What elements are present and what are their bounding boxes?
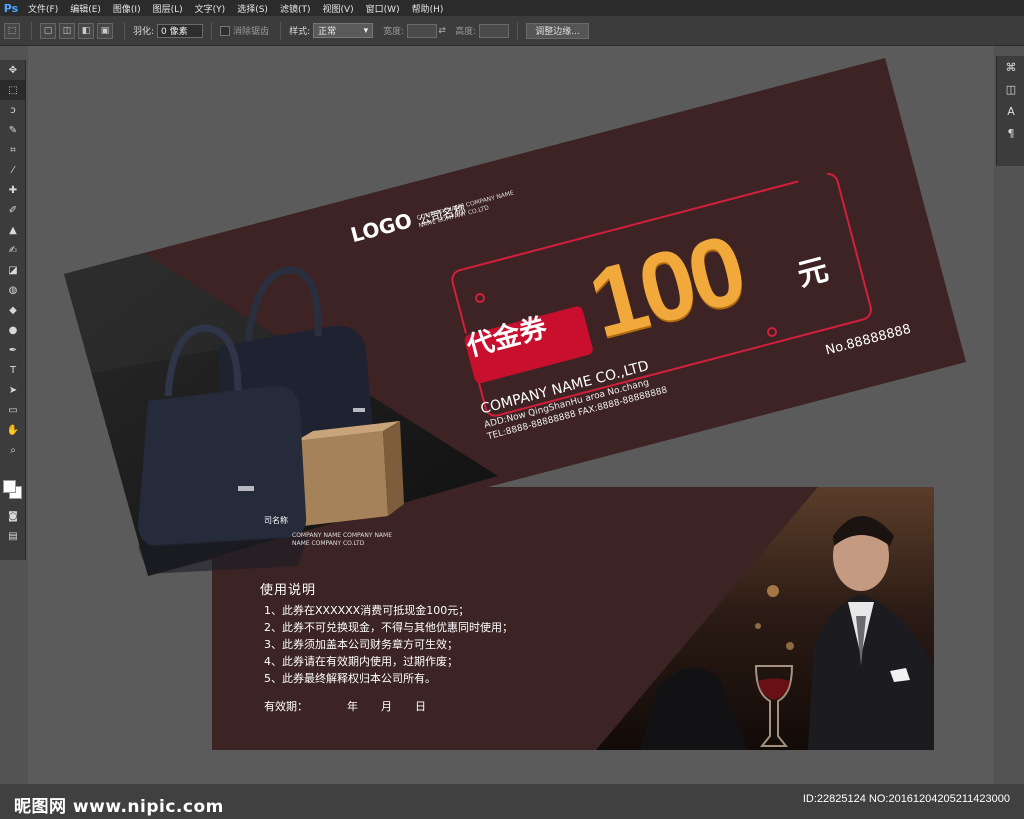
intersect-selection-icon[interactable]: ▣: [97, 22, 113, 39]
divider: [31, 21, 32, 40]
history-panel-icon[interactable]: ⌘: [997, 56, 1024, 78]
feather-label: 羽化:: [133, 27, 155, 37]
pen-tool-icon[interactable]: ✒: [0, 340, 26, 360]
height-input[interactable]: [479, 23, 510, 38]
antialias-label: 消除锯齿: [233, 27, 270, 37]
document-canvas[interactable]: LOGO 公司名称 COMPANY NAME COMPANY NAME NAME…: [28, 46, 994, 784]
blur-tool-icon[interactable]: ◆: [0, 300, 26, 320]
usage-rules: 1、此券在XXXXXX消费可抵现金100元； 2、此券不可兑换现金，不得与其他优…: [264, 602, 513, 687]
paragraph-panel-icon[interactable]: ¶: [997, 122, 1024, 144]
quick-select-tool-icon[interactable]: ✎: [0, 120, 26, 140]
crop-tool-icon[interactable]: ⌗: [0, 140, 26, 160]
antialias-checkbox[interactable]: [220, 25, 231, 36]
divider: [517, 21, 519, 40]
dodge-tool-icon[interactable]: ●: [0, 320, 26, 340]
back-logo-partial: 司名称: [264, 516, 288, 525]
foreground-color-swatch[interactable]: [3, 480, 16, 493]
image-id-watermark: ID:22825124 NO:20161204205211423000: [802, 793, 1010, 805]
height-label: 高度:: [455, 27, 477, 37]
hand-tool-icon[interactable]: ✋: [0, 420, 26, 440]
style-select[interactable]: 正常 ▾: [313, 23, 374, 38]
style-label: 样式:: [289, 27, 311, 37]
back-company-en-line-2: NAME COMPANY CO.LTD: [292, 540, 365, 547]
menu-edit[interactable]: 编辑(E): [64, 2, 107, 15]
photoshop-logo: Ps: [3, 1, 19, 15]
character-panel-icon[interactable]: A: [997, 100, 1024, 122]
eyedropper-tool-icon[interactable]: ⁄: [0, 160, 26, 180]
history-brush-icon[interactable]: ✍: [0, 240, 26, 260]
tools-panel: ✥ ⬚ ↄ ✎ ⌗ ⁄ ✚ ✐ ▲ ✍ ◪ ◍ ◆ ● ✒ T ➤ ▭ ✋ ⌕ …: [0, 60, 26, 560]
options-bar: ⬚ ▢ ◫ ◧ ▣ 羽化: 0 像素 消除锯齿 样式: 正常 ▾ 宽度: ⇄ 高度…: [0, 16, 1024, 46]
divider: [211, 21, 213, 40]
menu-layer[interactable]: 图层(L): [147, 2, 189, 15]
menu-select[interactable]: 选择(S): [231, 2, 274, 15]
menu-view[interactable]: 视图(V): [316, 2, 359, 15]
new-selection-icon[interactable]: ▢: [40, 22, 56, 39]
validity-month: 月: [381, 700, 392, 713]
swap-icon[interactable]: ⇄: [437, 26, 447, 36]
shape-tool-icon[interactable]: ▭: [0, 400, 26, 420]
quick-mask-icon[interactable]: ◙: [0, 506, 26, 526]
validity-label: 有效期：: [264, 700, 308, 713]
usage-title: 使用说明: [260, 583, 317, 598]
layers-panel-icon[interactable]: ◫: [997, 78, 1024, 100]
lasso-tool-icon[interactable]: ↄ: [0, 100, 26, 120]
feather-input[interactable]: 0 像素: [157, 23, 204, 38]
width-input[interactable]: [407, 23, 438, 38]
style-value: 正常: [318, 27, 337, 37]
menu-help[interactable]: 帮助(H): [406, 2, 450, 15]
stamp-tool-icon[interactable]: ▲: [0, 220, 26, 240]
menu-file[interactable]: 文件(F): [22, 2, 64, 15]
healing-brush-icon[interactable]: ✚: [0, 180, 26, 200]
marquee-preset-icon[interactable]: ⬚: [4, 22, 20, 39]
path-select-icon[interactable]: ➤: [0, 380, 26, 400]
move-tool-icon[interactable]: ✥: [0, 60, 26, 80]
back-company-en-line-1: COMPANY NAME COMPANY NAME: [292, 532, 393, 539]
panel-dock: ⌘ ◫ A ¶: [996, 56, 1024, 166]
validity-row: 有效期： 年 月 日: [264, 698, 426, 714]
menu-bar: Ps 文件(F) 编辑(E) 图像(I) 图层(L) 文字(Y) 选择(S) 滤…: [0, 0, 1024, 16]
menu-window[interactable]: 窗口(W): [360, 2, 406, 15]
eraser-tool-icon[interactable]: ◪: [0, 260, 26, 280]
watermark-bar: 昵图网 www.nipic.com ID:22825124 NO:2016120…: [0, 784, 1024, 819]
usage-rule-2: 2、此券不可兑换现金，不得与其他优惠同时使用；: [264, 621, 513, 634]
menu-filter[interactable]: 滤镜(T): [274, 2, 317, 15]
validity-day: 日: [415, 700, 426, 713]
menu-image[interactable]: 图像(I): [107, 2, 147, 15]
usage-rule-5: 5、此券最终解释权归本公司所有。: [264, 672, 436, 685]
refine-edge-button[interactable]: 调整边缘...: [526, 22, 589, 39]
usage-rule-3: 3、此券须加盖本公司财务章方可生效；: [264, 638, 458, 651]
usage-rule-4: 4、此券请在有效期内使用，过期作废；: [264, 655, 458, 668]
nipic-watermark: 昵图网 www.nipic.com: [14, 797, 224, 817]
width-label: 宽度:: [383, 27, 405, 37]
chevron-down-icon: ▾: [363, 25, 369, 36]
paint-bucket-icon[interactable]: ◍: [0, 280, 26, 300]
zoom-tool-icon[interactable]: ⌕: [0, 440, 26, 460]
back-company-en: COMPANY NAME COMPANY NAME NAME COMPANY C…: [292, 532, 392, 548]
menu-type[interactable]: 文字(Y): [189, 2, 232, 15]
divider: [124, 21, 125, 40]
subtract-selection-icon[interactable]: ◧: [78, 22, 94, 39]
type-tool-icon[interactable]: T: [0, 360, 26, 380]
validity-year: 年: [347, 700, 358, 713]
screen-mode-icon[interactable]: ▤: [0, 526, 26, 546]
divider: [280, 21, 282, 40]
usage-rule-1: 1、此券在XXXXXX消费可抵现金100元；: [264, 604, 470, 617]
add-selection-icon[interactable]: ◫: [59, 22, 75, 39]
marquee-tool-icon[interactable]: ⬚: [0, 80, 26, 100]
brush-tool-icon[interactable]: ✐: [0, 200, 26, 220]
